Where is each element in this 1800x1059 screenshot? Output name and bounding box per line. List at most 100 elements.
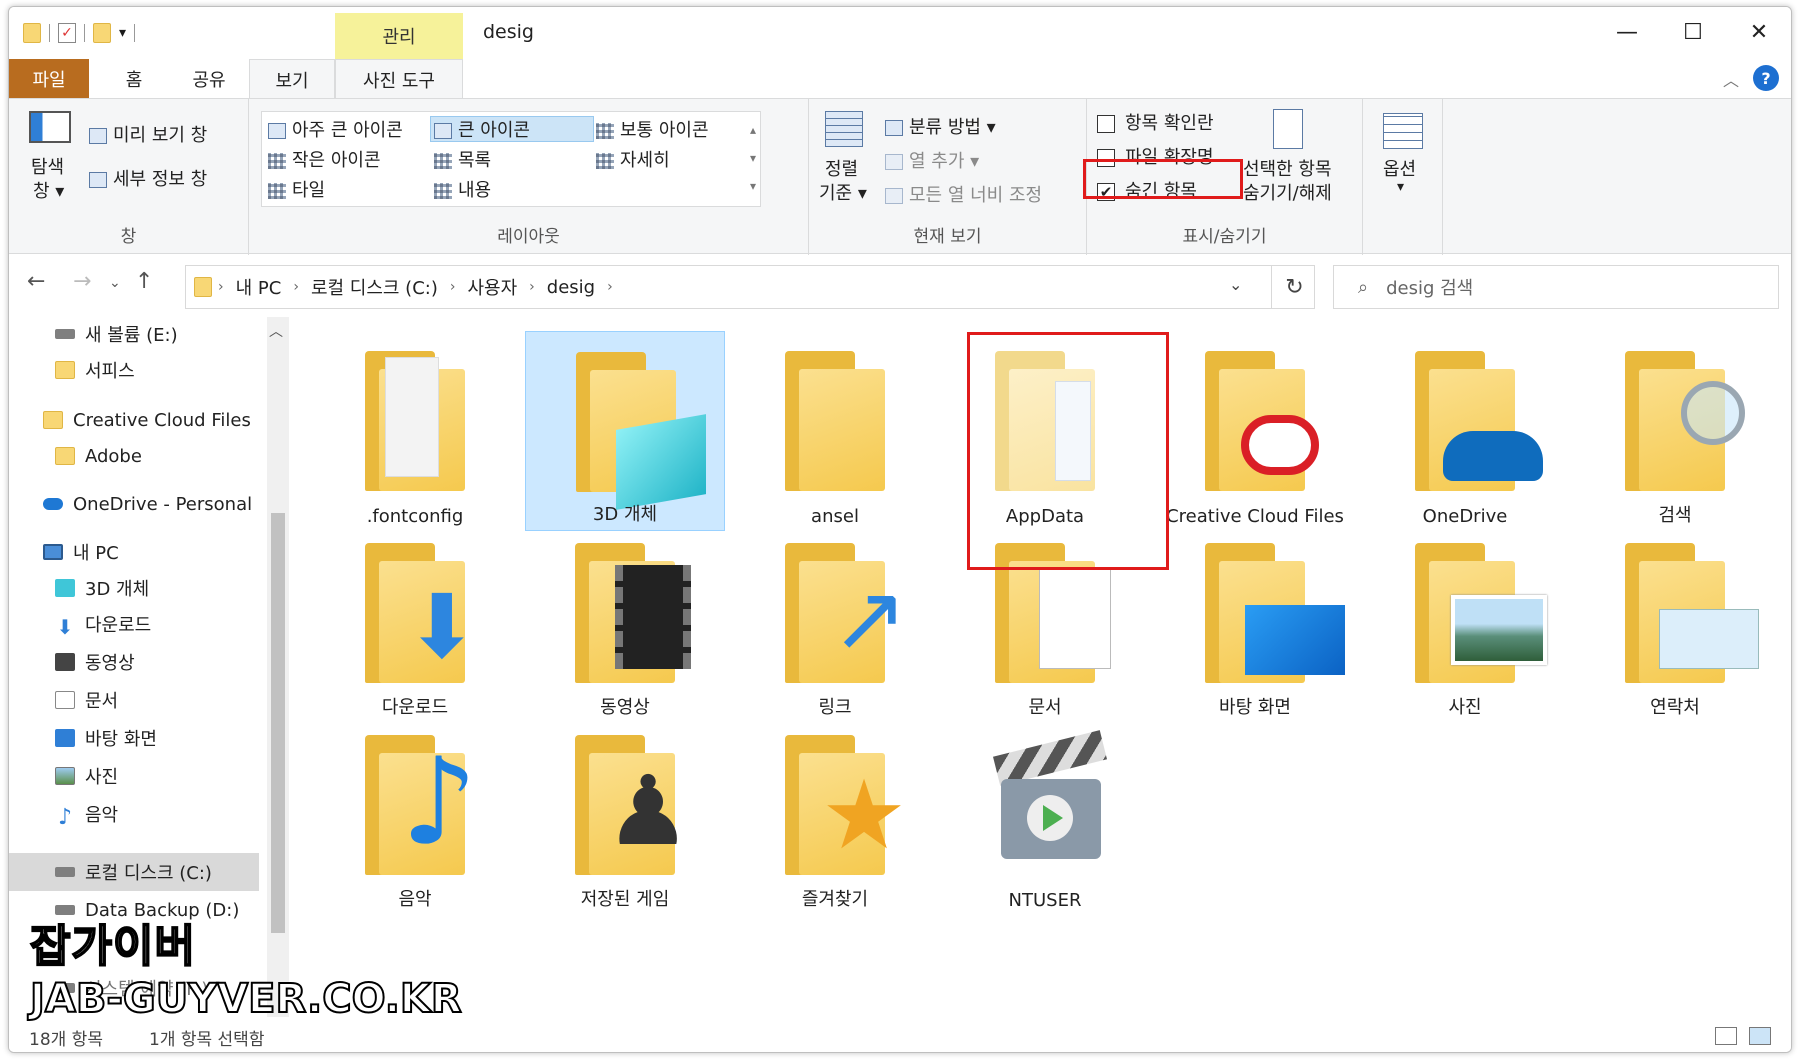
file-item-links[interactable]: ↗ 링크 bbox=[735, 523, 935, 723]
layout-content[interactable]: 내용 bbox=[434, 176, 491, 202]
breadcrumb-local-disk[interactable]: 로컬 디스크 (C:) bbox=[311, 274, 438, 300]
address-dropdown-icon[interactable]: ⌄ bbox=[1229, 275, 1242, 294]
nav-item-local-disk-c[interactable]: 로컬 디스크 (C:) bbox=[55, 855, 212, 889]
file-item-creative-cloud-files[interactable]: Creative Cloud Files bbox=[1155, 331, 1355, 531]
sort-button[interactable]: 정렬 bbox=[825, 155, 858, 181]
close-button[interactable]: ✕ bbox=[1735, 15, 1783, 49]
ribbon-collapse-icon[interactable]: ︿ bbox=[1723, 67, 1739, 91]
hide-selected-icon bbox=[1273, 109, 1303, 149]
sort-dropdown[interactable]: 기준 ▾ bbox=[819, 179, 867, 205]
nav-item-surface[interactable]: 서피스 bbox=[55, 353, 135, 387]
file-item-desktop[interactable]: 바탕 화면 bbox=[1155, 523, 1355, 723]
details-pane-button[interactable]: 세부 정보 창 bbox=[89, 165, 207, 191]
tab-share[interactable]: 공유 bbox=[174, 59, 244, 99]
maximize-button[interactable]: ☐ bbox=[1669, 15, 1717, 49]
file-item-music[interactable]: ♪ 음악 bbox=[315, 715, 515, 915]
layout-small[interactable]: 작은 아이콘 bbox=[268, 146, 381, 172]
options-dropdown[interactable]: ▾ bbox=[1397, 179, 1404, 195]
new-folder-icon[interactable] bbox=[93, 23, 111, 43]
folder-icon bbox=[365, 351, 465, 491]
nav-item-this-pc[interactable]: 내 PC bbox=[43, 535, 119, 569]
layout-extra-large[interactable]: 아주 큰 아이콘 bbox=[268, 116, 403, 142]
breadcrumb-desig[interactable]: desig bbox=[547, 277, 595, 298]
tab-file[interactable]: 파일 bbox=[9, 59, 89, 99]
nav-item-adobe[interactable]: Adobe bbox=[55, 439, 142, 473]
nav-item-pictures[interactable]: 사진 bbox=[55, 759, 118, 793]
refresh-icon[interactable]: ↻ bbox=[1271, 265, 1317, 309]
address-bar[interactable]: › 내 PC › 로컬 디스크 (C:) › 사용자 › desig › bbox=[185, 265, 1315, 309]
file-item-pictures[interactable]: 사진 bbox=[1365, 523, 1565, 723]
nav-pane-icon[interactable] bbox=[29, 111, 71, 143]
nav-item-creative-cloud[interactable]: Creative Cloud Files bbox=[43, 403, 251, 437]
hide-selected-button[interactable]: 선택한 항목 bbox=[1243, 155, 1332, 181]
file-item-videos[interactable]: 동영상 bbox=[525, 523, 725, 723]
layout-large[interactable]: 큰 아이콘 bbox=[434, 116, 530, 142]
details-view-icon[interactable] bbox=[1715, 1027, 1737, 1045]
music-note-icon: ♪ bbox=[57, 805, 73, 830]
minimize-button[interactable]: — bbox=[1603, 15, 1651, 49]
explorer-window: ✓ ▾ 관리 desig — ☐ ✕ 파일 홈 공유 보기 사진 도구 ︿ ? … bbox=[8, 6, 1792, 1053]
up-arrow-icon[interactable]: ↑ bbox=[135, 269, 153, 294]
file-item-ntuser[interactable]: NTUSER bbox=[945, 715, 1145, 915]
tab-view[interactable]: 보기 bbox=[249, 59, 335, 99]
file-item-onedrive[interactable]: OneDrive bbox=[1365, 331, 1565, 531]
file-item-downloads[interactable]: ⬇ 다운로드 bbox=[315, 523, 515, 723]
tab-photo-tools[interactable]: 사진 도구 bbox=[335, 59, 463, 99]
preview-pane-icon bbox=[89, 128, 107, 144]
file-item-fontconfig[interactable]: .fontconfig bbox=[315, 331, 515, 531]
nav-item-volume-e[interactable]: 새 볼륨 (E:) bbox=[55, 317, 178, 351]
nav-item-onedrive[interactable]: OneDrive - Personal bbox=[43, 487, 252, 521]
nav-item-videos[interactable]: 동영상 bbox=[55, 645, 135, 679]
item-checkboxes-toggle[interactable]: 항목 확인란 bbox=[1097, 109, 1214, 135]
computer-icon bbox=[43, 544, 63, 560]
preview-pane-button[interactable]: 미리 보기 창 bbox=[89, 121, 207, 147]
forward-arrow-icon[interactable]: → bbox=[73, 269, 91, 294]
file-item-contacts[interactable]: 연락처 bbox=[1575, 523, 1775, 723]
layout-tiles[interactable]: 타일 bbox=[268, 176, 325, 202]
breadcrumb-users[interactable]: 사용자 bbox=[467, 274, 517, 300]
help-icon[interactable]: ? bbox=[1753, 65, 1779, 91]
nav-item-desktop[interactable]: 바탕 화면 bbox=[55, 721, 157, 755]
desktop-icon bbox=[55, 729, 75, 747]
item-count: 18개 항목 bbox=[29, 1030, 103, 1050]
file-item-ansel[interactable]: ansel bbox=[735, 331, 935, 531]
details-pane-icon bbox=[89, 172, 107, 188]
file-item-3d-objects[interactable]: 3D 개체 bbox=[525, 331, 725, 531]
breadcrumb-my-pc[interactable]: 내 PC bbox=[236, 274, 282, 300]
nav-item-documents[interactable]: 문서 bbox=[55, 683, 118, 717]
appdata-highlight bbox=[967, 332, 1169, 570]
picture-icon bbox=[55, 767, 75, 785]
layout-list[interactable]: 목록 bbox=[434, 146, 491, 172]
ribbon-group-pane: 탐색 창 ▾ 미리 보기 창 세부 정보 창 창 bbox=[9, 99, 249, 255]
back-arrow-icon[interactable]: ← bbox=[27, 269, 45, 294]
folder-icon bbox=[785, 351, 885, 491]
hide-selected-button-line2: 숨기기/해제 bbox=[1243, 183, 1332, 204]
layout-scroll-icon[interactable]: ▴ ▾ ▾ bbox=[750, 116, 756, 200]
options-button[interactable]: 옵션 bbox=[1383, 155, 1416, 181]
large-icons-view-icon[interactable] bbox=[1749, 1027, 1771, 1045]
tab-home[interactable]: 홈 bbox=[99, 59, 169, 99]
search-box[interactable]: ⌕ desig 검색 bbox=[1333, 265, 1779, 309]
tab-manage[interactable]: 관리 bbox=[335, 13, 463, 59]
nav-item-music[interactable]: ♪ 음악 bbox=[55, 797, 118, 831]
add-columns-button[interactable]: 열 추가 ▾ bbox=[885, 147, 979, 173]
recent-dropdown-icon[interactable]: ⌄ bbox=[109, 275, 121, 291]
nav-item-3d-objects[interactable]: 3D 개체 bbox=[55, 571, 149, 605]
file-item-saved-games[interactable]: ♟ 저장된 게임 bbox=[525, 715, 725, 915]
nav-item-downloads[interactable]: ⬇ 다운로드 bbox=[55, 607, 152, 641]
nav-pane-button[interactable]: 탐색 bbox=[31, 153, 64, 179]
file-item-searches[interactable]: 검색 bbox=[1575, 331, 1775, 531]
document-icon bbox=[55, 691, 75, 709]
qat-dropdown-icon[interactable]: ▾ bbox=[119, 25, 126, 41]
nav-pane-scrollbar[interactable]: ︿ bbox=[267, 317, 289, 1017]
properties-icon[interactable]: ✓ bbox=[58, 23, 76, 43]
layout-details[interactable]: 자세히 bbox=[596, 146, 670, 172]
scroll-up-icon[interactable]: ︿ bbox=[269, 321, 283, 341]
file-item-favorites[interactable]: ★ 즐겨찾기 bbox=[735, 715, 935, 915]
size-columns-button[interactable]: 모든 열 너비 조정 bbox=[885, 181, 1042, 207]
scrollbar-thumb[interactable] bbox=[271, 513, 285, 933]
downloads-folder-icon: ⬇ bbox=[365, 543, 479, 683]
layout-medium[interactable]: 보통 아이콘 bbox=[596, 116, 709, 142]
nav-pane-dropdown[interactable]: 창 ▾ bbox=[33, 177, 64, 203]
group-by-button[interactable]: 분류 방법 ▾ bbox=[885, 113, 996, 139]
